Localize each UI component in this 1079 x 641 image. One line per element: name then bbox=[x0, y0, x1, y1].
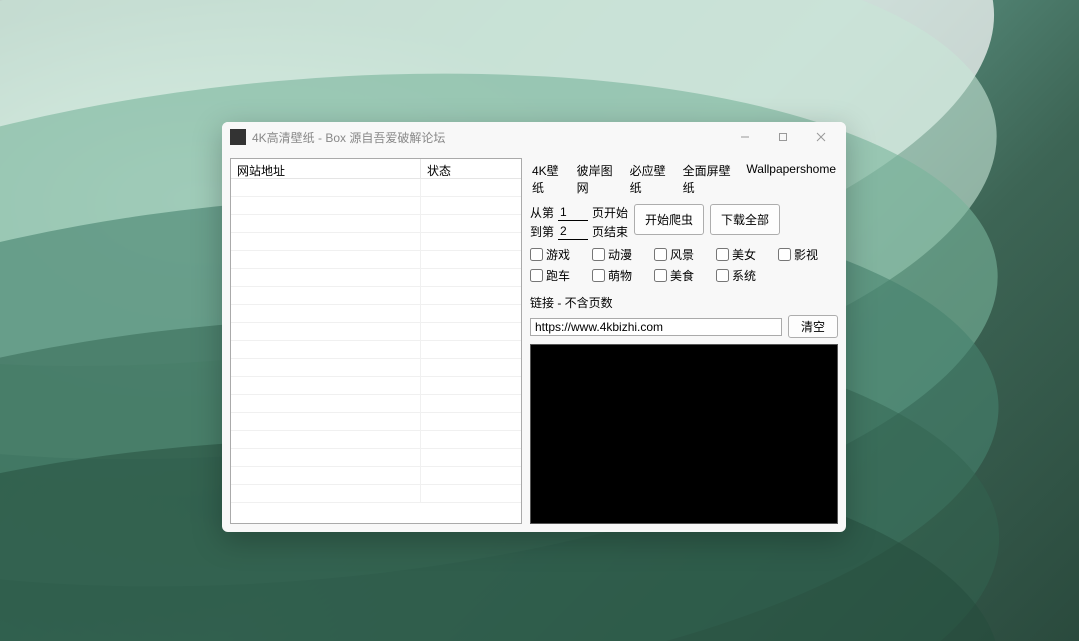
table-row bbox=[231, 395, 521, 413]
maximize-button[interactable] bbox=[764, 123, 802, 151]
tab-bing[interactable]: 必应壁纸 bbox=[628, 160, 675, 198]
table-body bbox=[231, 179, 521, 523]
to-page-label-post: 页结束 bbox=[592, 223, 628, 240]
check-system[interactable]: 系统 bbox=[716, 267, 776, 284]
tab-wallpapershome[interactable]: Wallpapershome bbox=[744, 160, 838, 198]
column-header-url[interactable]: 网站地址 bbox=[231, 159, 421, 178]
checkbox-input[interactable] bbox=[592, 269, 605, 282]
to-page-label-pre: 到第 bbox=[530, 223, 554, 240]
checkbox-input[interactable] bbox=[716, 269, 729, 282]
table-row bbox=[231, 467, 521, 485]
check-car[interactable]: 跑车 bbox=[530, 267, 590, 284]
source-tabs: 4K壁纸 彼岸图网 必应壁纸 全面屏壁纸 Wallpapershome bbox=[530, 158, 838, 200]
tab-4k[interactable]: 4K壁纸 bbox=[530, 160, 569, 198]
table-row bbox=[231, 377, 521, 395]
table-row bbox=[231, 413, 521, 431]
clear-button[interactable]: 清空 bbox=[788, 315, 838, 338]
app-window: 4K高清壁纸 - Box 源自吾爱破解论坛 网站地址 状态 bbox=[222, 122, 846, 532]
from-page-label-pre: 从第 bbox=[530, 204, 554, 221]
from-page-input[interactable] bbox=[558, 205, 588, 221]
to-page-input[interactable] bbox=[558, 224, 588, 240]
results-table[interactable]: 网站地址 状态 bbox=[230, 158, 522, 524]
checkbox-input[interactable] bbox=[716, 248, 729, 261]
check-movie[interactable]: 影视 bbox=[778, 246, 838, 263]
table-row bbox=[231, 215, 521, 233]
download-all-button[interactable]: 下载全部 bbox=[710, 204, 780, 235]
table-row bbox=[231, 323, 521, 341]
check-food[interactable]: 美食 bbox=[654, 267, 714, 284]
table-row bbox=[231, 179, 521, 197]
checkbox-input[interactable] bbox=[654, 269, 667, 282]
link-label: 链接 - 不含页数 bbox=[530, 290, 838, 311]
check-cute[interactable]: 萌物 bbox=[592, 267, 652, 284]
table-row bbox=[231, 485, 521, 503]
table-row bbox=[231, 431, 521, 449]
table-row bbox=[231, 449, 521, 467]
tab-bian[interactable]: 彼岸图网 bbox=[575, 160, 622, 198]
titlebar[interactable]: 4K高清壁纸 - Box 源自吾爱破解论坛 bbox=[222, 122, 846, 152]
preview-area bbox=[530, 344, 838, 524]
check-anime[interactable]: 动漫 bbox=[592, 246, 652, 263]
from-page-label-post: 页开始 bbox=[592, 204, 628, 221]
table-row bbox=[231, 359, 521, 377]
checkbox-input[interactable] bbox=[530, 248, 543, 261]
check-game[interactable]: 游戏 bbox=[530, 246, 590, 263]
window-title: 4K高清壁纸 - Box 源自吾爱破解论坛 bbox=[252, 129, 445, 146]
tab-fullscreen[interactable]: 全面屏壁纸 bbox=[681, 160, 739, 198]
close-button[interactable] bbox=[802, 123, 840, 151]
table-row bbox=[231, 233, 521, 251]
table-row bbox=[231, 341, 521, 359]
checkbox-input[interactable] bbox=[592, 248, 605, 261]
checkbox-input[interactable] bbox=[654, 248, 667, 261]
checkbox-input[interactable] bbox=[778, 248, 791, 261]
app-icon bbox=[230, 129, 246, 145]
start-crawl-button[interactable]: 开始爬虫 bbox=[634, 204, 704, 235]
table-row bbox=[231, 197, 521, 215]
checkbox-input[interactable] bbox=[530, 269, 543, 282]
table-row bbox=[231, 287, 521, 305]
check-scenery[interactable]: 风景 bbox=[654, 246, 714, 263]
minimize-button[interactable] bbox=[726, 123, 764, 151]
url-input[interactable] bbox=[530, 318, 782, 336]
table-row bbox=[231, 305, 521, 323]
table-row bbox=[231, 251, 521, 269]
column-header-status[interactable]: 状态 bbox=[421, 159, 521, 178]
check-beauty[interactable]: 美女 bbox=[716, 246, 776, 263]
table-row bbox=[231, 269, 521, 287]
category-checkboxes: 游戏 动漫 风景 美女 影视 跑车 萌物 美食 系统 bbox=[530, 244, 838, 286]
